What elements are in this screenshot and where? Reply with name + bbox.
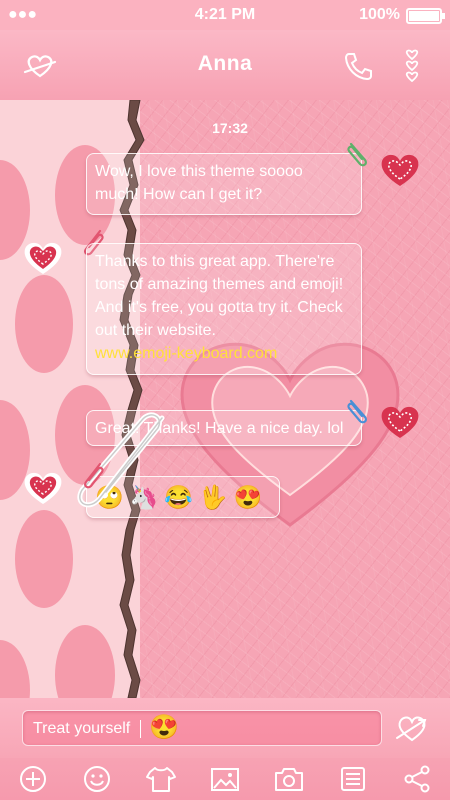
website-link[interactable]: www.emoji-keyboard.com bbox=[95, 342, 353, 365]
input-emoji: 😍 bbox=[149, 714, 179, 741]
message-line: And it's free, you gotta try it. Check bbox=[95, 299, 343, 316]
receiver-heart-avatar[interactable] bbox=[22, 470, 64, 506]
sender-heart-avatar[interactable] bbox=[379, 404, 421, 440]
message-line: much! How can I get it? bbox=[95, 186, 263, 203]
contact-name: Anna bbox=[197, 52, 253, 75]
message-bubble-outgoing[interactable]: Wow, I love this theme soooo much! How c… bbox=[86, 153, 362, 215]
message-input[interactable]: Treat yourself 😍 bbox=[22, 710, 382, 746]
message-line: Thanks to this great app. There're bbox=[95, 253, 335, 270]
battery-percent: 100% bbox=[359, 6, 400, 23]
polka-dot bbox=[15, 510, 73, 608]
emoji: 🖖 bbox=[198, 484, 228, 510]
text-cursor bbox=[140, 720, 141, 738]
chat-area[interactable]: 17:32 Wow, I love this theme soooo much!… bbox=[0, 100, 450, 698]
camera-icon[interactable] bbox=[272, 762, 306, 796]
tshirt-icon[interactable] bbox=[144, 762, 178, 796]
image-icon[interactable] bbox=[208, 762, 242, 796]
status-bar: ●●● 4:21 PM 100% bbox=[0, 0, 450, 30]
sender-heart-avatar[interactable] bbox=[379, 152, 421, 188]
polka-dot bbox=[15, 275, 73, 373]
message-line: out their website. bbox=[95, 322, 216, 339]
smiley-icon[interactable] bbox=[80, 762, 114, 796]
bottom-toolbar bbox=[0, 758, 450, 800]
add-icon[interactable] bbox=[16, 762, 50, 796]
message-line: Wow, I love this theme soooo bbox=[95, 163, 303, 180]
message-input-text: Treat yourself bbox=[33, 720, 131, 737]
battery-icon bbox=[406, 8, 445, 24]
message-bubble-incoming[interactable]: Thanks to this great app. There're tons … bbox=[86, 243, 362, 375]
emoji: 😍 bbox=[233, 484, 263, 510]
paperclip-icon bbox=[347, 399, 368, 424]
message-timestamp: 17:32 bbox=[212, 120, 248, 136]
message-line: tons of amazing themes and emoji! bbox=[95, 276, 344, 293]
paperclip-icon bbox=[83, 462, 104, 489]
composer-bar: Treat yourself 😍 bbox=[0, 698, 450, 758]
receiver-heart-avatar[interactable] bbox=[22, 240, 64, 276]
chat-header: Anna bbox=[0, 30, 450, 100]
list-icon[interactable] bbox=[336, 762, 370, 796]
share-icon[interactable] bbox=[400, 762, 434, 796]
paperclip-icon bbox=[347, 142, 368, 167]
phone-icon[interactable] bbox=[340, 48, 376, 84]
send-heart-icon[interactable] bbox=[395, 712, 429, 746]
more-options-icon[interactable] bbox=[394, 48, 430, 84]
